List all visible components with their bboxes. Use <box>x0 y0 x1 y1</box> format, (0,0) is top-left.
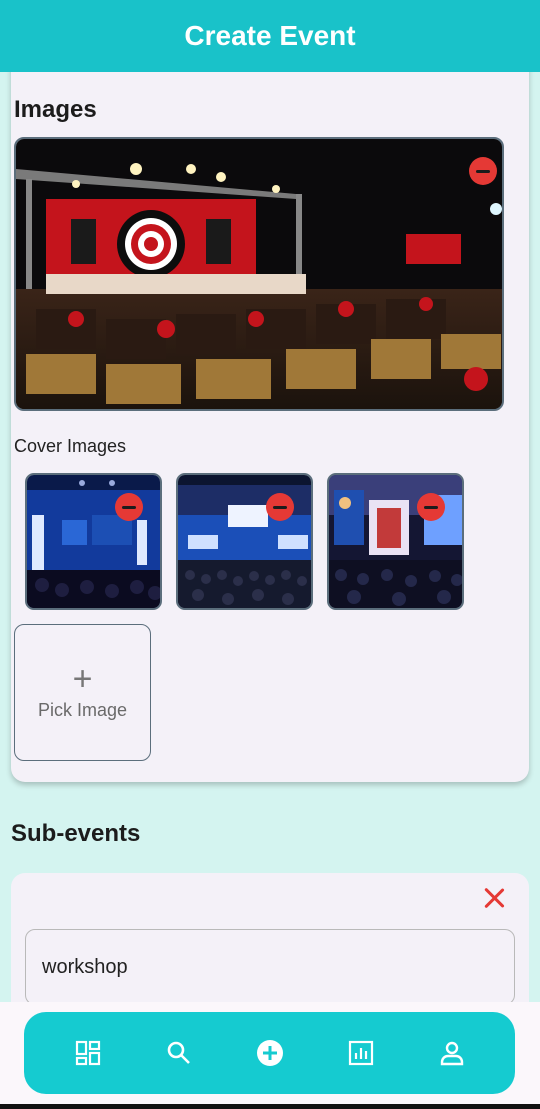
cover-image-thumbnail <box>176 473 313 610</box>
remove-cover-image-button[interactable] <box>115 493 143 521</box>
person-icon[interactable] <box>432 1033 472 1073</box>
minus-icon <box>476 169 490 173</box>
minus-icon <box>424 505 438 509</box>
cover-image-thumbnail <box>327 473 464 610</box>
remove-cover-image-button[interactable] <box>266 493 294 521</box>
sub-event-name-field[interactable]: workshop <box>25 929 515 1005</box>
remove-cover-image-button[interactable] <box>417 493 445 521</box>
analytics-icon[interactable] <box>341 1033 381 1073</box>
cover-images-label: Cover Images <box>14 436 127 456</box>
remove-main-image-button[interactable] <box>469 157 497 185</box>
sub-events-title: Sub-events <box>11 820 141 847</box>
pick-image-label: Pick Image <box>37 700 128 720</box>
app-header: Create Event <box>0 0 540 72</box>
search-icon[interactable] <box>159 1033 199 1073</box>
pick-image-button[interactable]: + Pick Image <box>14 624 151 761</box>
page-title: Create Event <box>184 20 356 51</box>
remove-sub-event-icon[interactable] <box>483 887 505 909</box>
minus-icon <box>273 505 287 509</box>
bottom-nav <box>24 1012 515 1094</box>
cover-image-thumbnail <box>25 473 162 610</box>
dashboard-icon[interactable] <box>68 1033 108 1073</box>
bottom-nav-container <box>0 1002 540 1109</box>
plus-icon: + <box>72 660 93 698</box>
add-circle-icon[interactable] <box>250 1033 290 1073</box>
images-section-title: Images <box>14 96 97 123</box>
system-bar <box>0 1104 540 1109</box>
main-event-image <box>14 137 504 411</box>
minus-icon <box>122 505 136 509</box>
